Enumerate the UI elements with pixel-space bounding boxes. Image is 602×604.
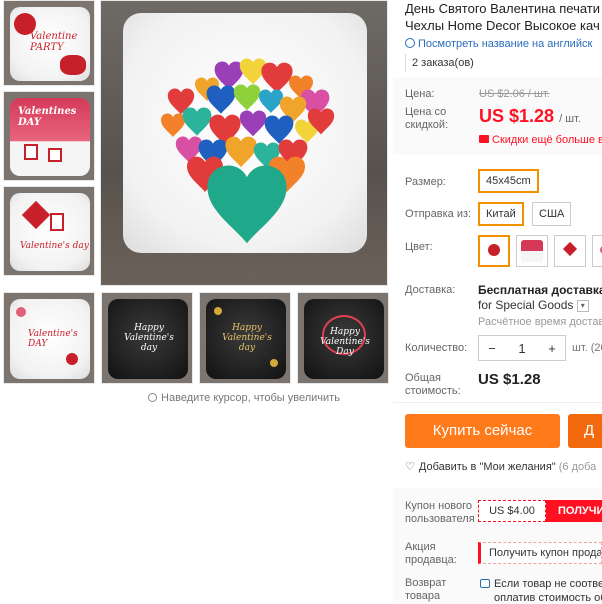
free-shipping-text: Бесплатная доставка в xyxy=(478,283,602,297)
new-user-coupon-label: Купон нового пользователя xyxy=(405,500,475,525)
thumbnail-3-text: Valentine's day xyxy=(20,241,89,251)
thumbnail-column: Valentine PARTY Valentines DAY Valentine… xyxy=(3,0,95,281)
shipping-method-select[interactable]: for Special Goods ▾ xyxy=(478,298,589,312)
translate-link[interactable]: Посмотреть название на английск xyxy=(405,37,602,50)
heart-icon: ♡ xyxy=(405,461,415,473)
thumbnail-2-text: Valentines DAY xyxy=(18,106,77,128)
color-swatch-3[interactable] xyxy=(554,235,586,267)
seller-promo-label: Акция продавца: xyxy=(405,541,457,566)
quantity-plus-button[interactable]: + xyxy=(539,341,565,356)
return-line-1: Если товар не соответ xyxy=(494,578,602,590)
size-label: Размер: xyxy=(405,176,446,188)
ship-from-china[interactable]: Китай xyxy=(478,202,524,226)
quantity-label: Количество: xyxy=(405,342,468,354)
wishlist-text: Добавить в "Мои желания" xyxy=(418,461,556,473)
wishlist-link[interactable]: ♡ Добавить в "Мои желания" (6 доба xyxy=(405,460,596,473)
discount-price-label: Цена со скидкой: xyxy=(405,106,449,131)
quantity-minus-button[interactable]: − xyxy=(479,341,505,356)
product-info: День Святого Валентина печати Чехлы Home… xyxy=(405,0,602,72)
zoom-hint: Наведите курсор, чтобы увеличить xyxy=(100,392,388,404)
discount-price-value: US $1.28 xyxy=(479,106,555,126)
zoom-hint-text: Наведите курсор, чтобы увеличить xyxy=(161,392,340,404)
chevron-down-icon: ▾ xyxy=(576,299,589,312)
new-user-coupon-value: US $4.00 xyxy=(478,500,546,522)
quantity-stepper: − 1 + xyxy=(478,335,566,361)
product-title-line-2: Чехлы Home Decor Высокое кач xyxy=(405,18,600,33)
color-swatch-4[interactable] xyxy=(592,235,602,267)
extra-discount-link[interactable]: Скидки ещё больше в xyxy=(479,134,602,146)
ship-from-label: Отправка из: xyxy=(405,208,472,220)
main-product-image[interactable] xyxy=(100,0,388,286)
thumbnail-7-text: Happy Valentine's Day xyxy=(320,327,370,357)
product-title-line-1: День Святого Валентина печати xyxy=(405,1,601,16)
get-coupon-button[interactable]: ПОЛУЧИ xyxy=(546,500,602,522)
product-page: Valentine PARTY Valentines DAY Valentine… xyxy=(0,0,602,604)
thumbnail-6[interactable]: Happy Valentine's day xyxy=(199,292,291,384)
return-line-2: оплатив стоимость об xyxy=(494,592,602,604)
thumbnail-5-text: Happy Valentine's day xyxy=(124,323,174,353)
quantity-unit: шт. (20 xyxy=(572,342,602,354)
thumbnail-row: Valentine's DAY Happy Valentine's day Ha… xyxy=(3,292,389,384)
color-label: Цвет: xyxy=(405,241,433,253)
shipping-method-text: for Special Goods xyxy=(478,298,574,312)
thumbnail-1[interactable]: Valentine PARTY xyxy=(3,0,95,86)
total-label: Общая стоимость: xyxy=(405,372,461,397)
thumbnail-7[interactable]: Happy Valentine's Day xyxy=(297,292,389,384)
ship-from-usa[interactable]: США xyxy=(532,202,572,226)
price-label: Цена: xyxy=(405,88,435,100)
discount-price: US $1.28 / шт. xyxy=(479,106,581,127)
add-to-cart-button[interactable]: Д xyxy=(568,414,602,448)
buy-now-button[interactable]: Купить сейчас xyxy=(405,414,560,448)
translate-link-text: Посмотреть название на английск xyxy=(418,38,593,50)
wishlist-count: (6 доба xyxy=(558,461,597,473)
return-icon xyxy=(480,579,490,588)
delivery-label: Доставка: xyxy=(405,284,456,296)
seller-coupon-button[interactable]: Получить купон прода xyxy=(478,542,602,564)
color-swatch-2[interactable] xyxy=(516,235,548,267)
thumbnail-1-text: Valentine PARTY xyxy=(30,31,78,53)
quantity-input[interactable]: 1 xyxy=(509,341,535,356)
extra-discount-text: Скидки ещё больше в xyxy=(492,134,602,146)
thumbnail-4[interactable]: Valentine's DAY xyxy=(3,292,95,384)
magnifier-icon xyxy=(148,393,158,402)
orders-count: 2 заказа(ов) xyxy=(405,54,602,72)
return-label: Возврат товара xyxy=(405,577,447,602)
size-option-45x45[interactable]: 45x45cm xyxy=(478,169,539,193)
thumbnail-4-text: Valentine's DAY xyxy=(28,329,78,349)
translate-icon xyxy=(405,38,415,48)
thumbnail-6-text: Happy Valentine's day xyxy=(222,323,272,353)
thumbnail-3[interactable]: Valentine's day xyxy=(3,186,95,276)
thumbnail-5[interactable]: Happy Valentine's day xyxy=(101,292,193,384)
old-price: US $2.06 / шт. xyxy=(479,88,550,100)
coupon-icon xyxy=(479,135,489,143)
price-box: Цена: US $2.06 / шт. Цена со скидкой: US… xyxy=(393,77,602,155)
price-unit: / шт. xyxy=(559,113,581,125)
delivery-estimate: Расчётное время доставк xyxy=(478,316,602,328)
total-value: US $1.28 xyxy=(478,371,541,388)
return-policy: Если товар не соответ оплатив стоимость … xyxy=(480,577,602,604)
color-swatch-1[interactable] xyxy=(478,235,510,267)
section-divider xyxy=(393,402,602,403)
thumbnail-2[interactable]: Valentines DAY xyxy=(3,91,95,181)
hearts-illustration xyxy=(161,58,335,244)
